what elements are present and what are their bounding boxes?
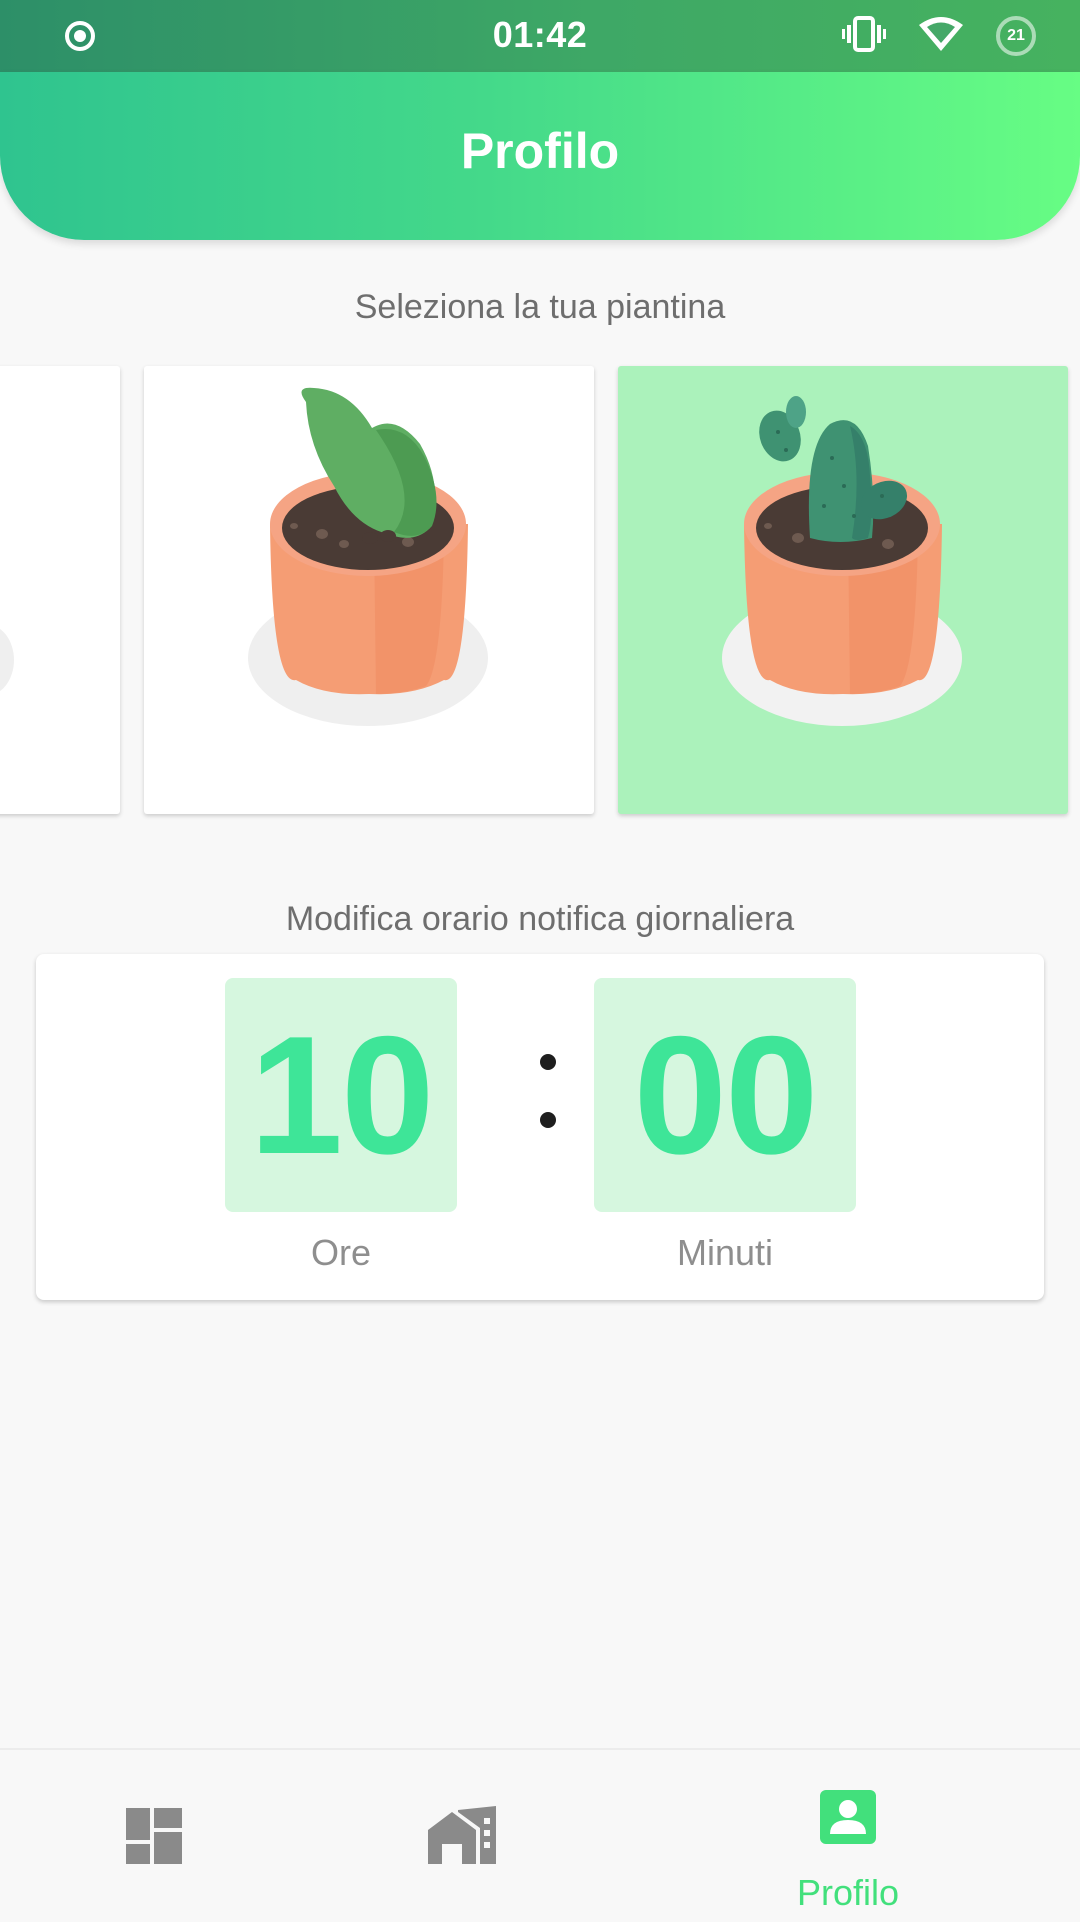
page-title: Profilo (460, 123, 620, 179)
hours-picker[interactable]: 10 (225, 978, 457, 1212)
plant-shadow (0, 628, 14, 692)
nav-item-home[interactable] (362, 1750, 562, 1922)
app-header: Profilo (0, 72, 1080, 240)
bottom-navigation: Profilo (0, 1748, 1080, 1920)
battery-level: 21 (1007, 27, 1025, 44)
oval-plant-image (248, 387, 488, 726)
notification-time-picker: 10 00 Ore Minuti (36, 954, 1044, 1300)
separator-dot-top (540, 1054, 556, 1070)
hours-caption: Ore (310, 1232, 371, 1273)
plant-card-oval[interactable] (144, 366, 594, 814)
plant-section-label: Seleziona la tua piantina (354, 288, 726, 326)
cactus-plant-image (722, 396, 962, 726)
dashboard-icon (126, 1808, 182, 1869)
home-icon (428, 1806, 498, 1869)
time-separator (534, 1050, 562, 1140)
notification-section-label: Modifica orario notifica giornaliera (285, 900, 795, 938)
separator-dot-bottom (540, 1112, 556, 1128)
battery-icon: 21 (996, 16, 1036, 56)
nav-item-profile[interactable]: Profilo (748, 1750, 948, 1922)
minutes-picker[interactable]: 00 (594, 978, 856, 1212)
status-bar: 01:42 21 (0, 0, 1080, 72)
minutes-caption: Minuti (676, 1232, 774, 1273)
vibrate-icon (842, 14, 886, 59)
plant-card-partial[interactable] (0, 366, 120, 814)
status-icons: 21 (842, 14, 1036, 58)
plant-card-cactus[interactable] (618, 366, 1068, 814)
plant-carousel[interactable] (0, 366, 1080, 816)
wifi-icon (918, 15, 964, 58)
nav-label-profile: Profilo (796, 1872, 900, 1913)
nav-item-dashboard[interactable] (54, 1750, 254, 1922)
profile-icon (820, 1790, 876, 1849)
